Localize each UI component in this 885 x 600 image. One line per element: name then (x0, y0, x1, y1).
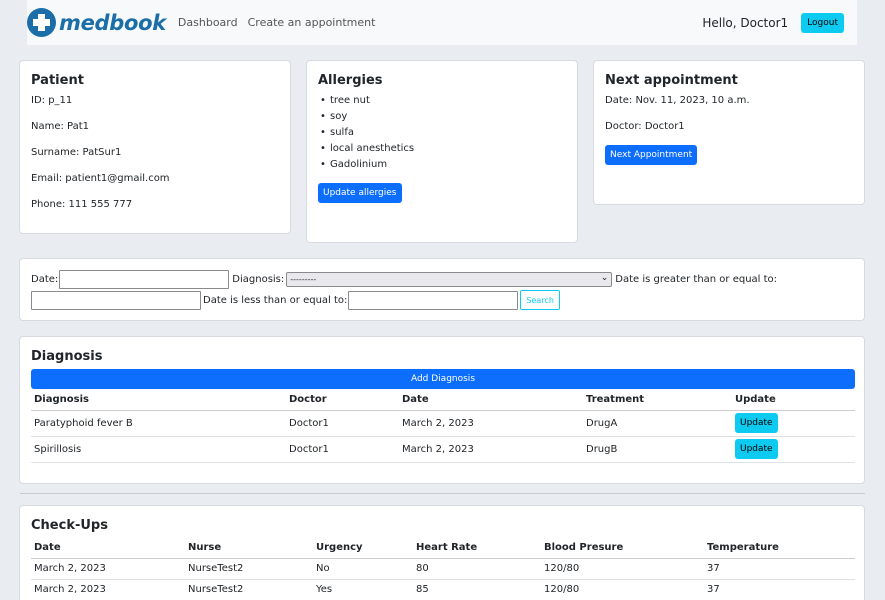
table-cell: Update (732, 436, 855, 463)
table-cell: 80 (413, 558, 541, 580)
date-lte-input[interactable] (348, 290, 519, 310)
checkups-card: Check-Ups Date Nurse Urgency Heart Rate … (19, 505, 865, 600)
table-cell: 37 (704, 579, 855, 600)
table-cell: DrugA (583, 410, 732, 437)
table-cell: March 2, 2023 (399, 436, 583, 463)
patient-id: ID: p_11 (31, 95, 73, 106)
diagnosis-table-wrap: Diagnosis Doctor Date Treatment Update P… (31, 390, 855, 463)
next-appointment-button[interactable]: Next Appointment (605, 145, 698, 165)
column-header: Treatment (583, 390, 732, 411)
column-header: Doctor (286, 390, 399, 411)
table-row: Paratyphoid fever B Doctor1 March 2, 202… (31, 410, 855, 437)
chevron-down-icon: ⌄ (600, 273, 609, 283)
filter-row-1: Date: Diagnosis: --------- ⌄ Date is gre… (31, 270, 777, 289)
patient-name: Name: Pat1 (31, 121, 90, 132)
date-gte-label: Date is greater than or equal to: (615, 274, 778, 285)
column-header: Heart Rate (413, 538, 541, 559)
table-cell: Doctor1 (286, 410, 399, 437)
allergy-list: tree nut soy sulfa local anesthetics Gad… (318, 93, 414, 173)
date-gte-input[interactable] (31, 290, 201, 310)
diagnosis-header-row: Diagnosis Doctor Date Treatment Update (31, 390, 855, 411)
table-cell: Paratyphoid fever B (31, 410, 286, 437)
column-header: Diagnosis (31, 390, 286, 411)
next-appointment-card: Next appointment Date: Nov. 11, 2023, 10… (593, 60, 865, 205)
checkups-header-row: Date Nurse Urgency Heart Rate Blood Pres… (31, 538, 855, 559)
table-cell: NurseTest2 (185, 579, 313, 600)
update-diagnosis-button[interactable]: Update (735, 439, 778, 459)
table-cell: 85 (413, 579, 541, 600)
brand-logo[interactable]: medbook (27, 8, 166, 37)
nav-link-dashboard[interactable]: Dashboard (178, 16, 238, 29)
column-header: Blood Presure (541, 538, 704, 559)
column-header: Date (31, 538, 185, 559)
column-header: Urgency (313, 538, 413, 559)
table-cell: 120/80 (541, 558, 704, 580)
checkups-card-title: Check-Ups (31, 518, 108, 533)
column-header: Nurse (185, 538, 313, 559)
section-divider (20, 493, 865, 494)
allergy-item: Gadolinium (318, 157, 414, 173)
diagnosis-table: Diagnosis Doctor Date Treatment Update P… (31, 390, 855, 463)
appointment-date: Date: Nov. 11, 2023, 10 a.m. (605, 95, 750, 106)
diagnosis-card: Diagnosis Add Diagnosis Diagnosis Doctor… (19, 336, 865, 484)
table-cell: March 2, 2023 (31, 579, 185, 600)
table-cell: Yes (313, 579, 413, 600)
date-filter-input[interactable] (59, 270, 230, 289)
table-cell: NurseTest2 (185, 558, 313, 580)
allergy-item: local anesthetics (318, 141, 414, 157)
navbar: medbook Dashboard Create an appointment … (27, 0, 857, 45)
table-cell: March 2, 2023 (31, 558, 185, 580)
table-row: March 2, 2023 NurseTest2 Yes 85 120/80 3… (31, 579, 855, 600)
table-cell: 37 (704, 558, 855, 580)
table-row: March 2, 2023 NurseTest2 No 80 120/80 37 (31, 558, 855, 580)
brand-name: medbook (59, 10, 166, 35)
search-button[interactable]: Search (520, 290, 560, 310)
appointment-doctor: Doctor: Doctor1 (605, 121, 685, 132)
table-cell: DrugB (583, 436, 732, 463)
table-cell: No (313, 558, 413, 580)
allergies-card: Allergies tree nut soy sulfa local anest… (306, 60, 578, 243)
date-lte-label: Date is less than or equal to: (203, 294, 348, 306)
column-header: Temperature (704, 538, 855, 559)
allergies-card-title: Allergies (318, 73, 383, 88)
column-header: Date (399, 390, 583, 411)
table-cell: March 2, 2023 (399, 410, 583, 437)
checkups-table-wrap: Date Nurse Urgency Heart Rate Blood Pres… (31, 538, 855, 600)
filter-row-2: Date is less than or equal to: Search (31, 290, 560, 310)
date-filter-label: Date: (31, 274, 59, 285)
appointment-card-title: Next appointment (605, 73, 738, 88)
patient-surname: Surname: PatSur1 (31, 147, 122, 158)
logout-button[interactable]: Logout (801, 12, 844, 33)
table-cell: 120/80 (541, 579, 704, 600)
patient-phone: Phone: 111 555 777 (31, 199, 133, 210)
nav-link-create-appointment[interactable]: Create an appointment (248, 16, 376, 29)
update-diagnosis-button[interactable]: Update (735, 413, 778, 433)
diagnosis-filter-label: Diagnosis: (232, 274, 285, 285)
diagnosis-select[interactable]: --------- ⌄ (286, 272, 613, 287)
table-cell: Update (732, 410, 855, 437)
checkups-table: Date Nurse Urgency Heart Rate Blood Pres… (31, 538, 855, 600)
greeting-text: Hello, Doctor1 (702, 15, 789, 30)
patient-card-title: Patient (31, 73, 84, 88)
medical-cross-icon (27, 8, 56, 37)
diagnosis-card-title: Diagnosis (31, 349, 103, 364)
patient-email: Email: patient1@gmail.com (31, 173, 170, 184)
column-header: Update (732, 390, 855, 411)
filter-card: Date: Diagnosis: --------- ⌄ Date is gre… (19, 258, 865, 321)
allergy-item: sulfa (318, 125, 414, 141)
patient-card: Patient ID: p_11 Name: Pat1 Surname: Pat… (19, 60, 291, 234)
allergy-item: tree nut (318, 93, 414, 109)
diagnosis-select-value: --------- (290, 275, 317, 284)
table-cell: Doctor1 (286, 436, 399, 463)
table-row: Spirillosis Doctor1 March 2, 2023 DrugB … (31, 436, 855, 463)
add-diagnosis-button[interactable]: Add Diagnosis (31, 369, 855, 389)
update-allergies-button[interactable]: Update allergies (318, 183, 402, 203)
table-cell: Spirillosis (31, 436, 286, 463)
allergy-item: soy (318, 109, 414, 125)
